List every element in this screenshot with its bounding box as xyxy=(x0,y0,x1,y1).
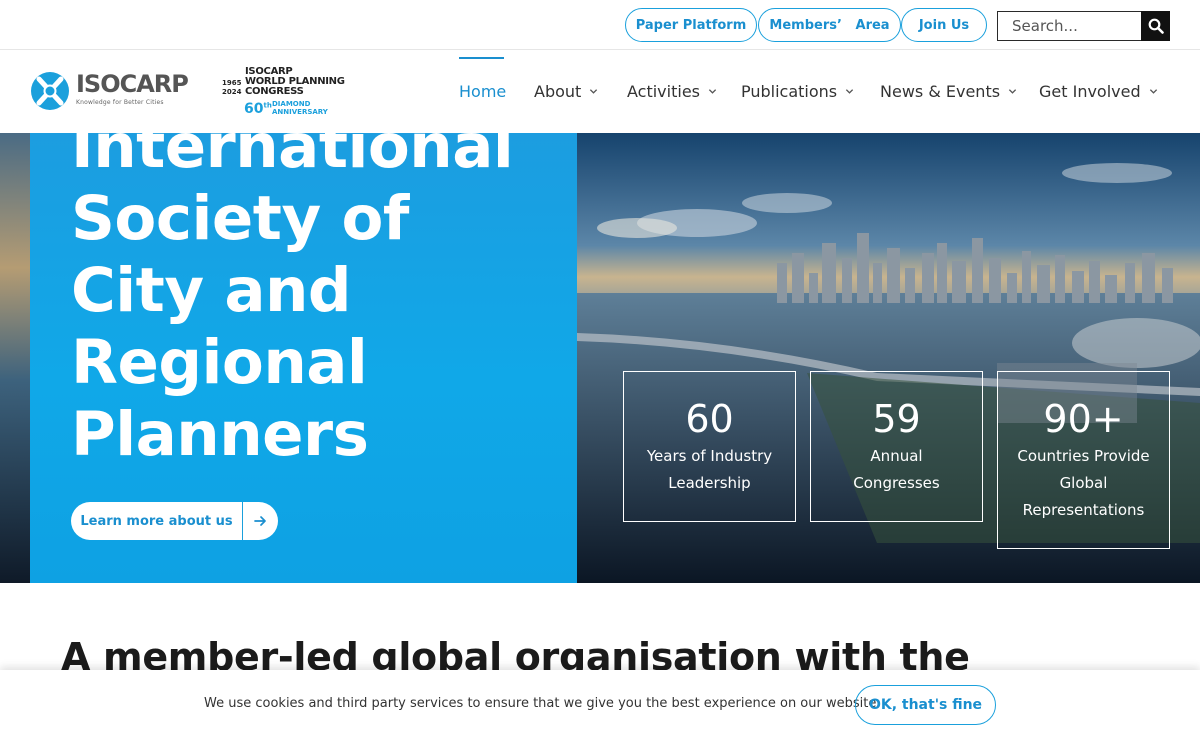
chevron-down-icon xyxy=(590,89,598,94)
anniversary-number: 60th xyxy=(244,101,272,117)
anniversary-title: ISOCARP WORLD PLANNING CONGRESS xyxy=(245,66,345,97)
logo-name: ISOCARP xyxy=(76,70,189,98)
nav-item-home[interactable]: Home xyxy=(459,82,506,101)
stat-number: 60 xyxy=(685,397,734,441)
search-box xyxy=(997,11,1170,41)
stat-card-countries: 90+ Countries Provide Global Representat… xyxy=(997,371,1170,549)
cookie-banner: We use cookies and third party services … xyxy=(0,670,1200,740)
main-navbar: ISOCARP Knowledge for Better Cities 1965… xyxy=(0,51,1200,133)
members-area-button[interactable]: Members’ Area xyxy=(758,8,901,42)
hero-title: International Society of City and Region… xyxy=(71,133,514,470)
isocarp-logo[interactable]: ISOCARP Knowledge for Better Cities xyxy=(30,70,189,111)
anniversary-subtitle: DIAMOND ANNIVERSARY xyxy=(272,100,328,116)
chevron-down-icon xyxy=(1008,89,1017,94)
stat-label: Years of Industry Leadership xyxy=(646,447,773,492)
stat-label: Annual Congresses xyxy=(853,447,940,492)
hero-background-strip xyxy=(0,133,30,583)
stat-card-years: 60 Years of Industry Leadership xyxy=(623,371,796,522)
hero-section: International Society of City and Region… xyxy=(0,133,1200,583)
active-nav-indicator xyxy=(459,57,504,59)
join-us-button[interactable]: Join Us xyxy=(901,8,987,42)
stat-number: 59 xyxy=(872,397,921,441)
chevron-down-icon xyxy=(1149,89,1157,94)
chevron-down-icon xyxy=(846,89,854,94)
stat-card-congresses: 59 Annual Congresses xyxy=(810,371,983,522)
anniversary-years: 1965 2024 xyxy=(222,79,242,96)
top-utility-bar: Paper Platform Members’ Area Join Us xyxy=(0,0,1200,50)
nav-item-publications[interactable]: Publications xyxy=(741,82,854,101)
nav-item-get-involved[interactable]: Get Involved xyxy=(1039,82,1158,101)
search-icon xyxy=(1148,18,1164,34)
stat-label: Countries Provide Global Representations xyxy=(1017,447,1150,519)
nav-item-news-events[interactable]: News & Events xyxy=(880,82,1017,101)
cookie-accept-button[interactable]: OK, that's fine xyxy=(855,685,996,725)
paper-platform-button[interactable]: Paper Platform xyxy=(625,8,757,42)
learn-more-button[interactable]: Learn more about us xyxy=(71,502,278,540)
arrow-right-icon xyxy=(243,502,278,540)
nav-item-activities[interactable]: Activities xyxy=(627,82,717,101)
anniversary-badge[interactable]: 1965 2024 ISOCARP WORLD PLANNING CONGRES… xyxy=(222,67,352,119)
nav-item-about[interactable]: About xyxy=(534,82,598,101)
chevron-down-icon xyxy=(708,89,717,94)
search-input[interactable] xyxy=(998,12,1141,40)
globe-logo-icon xyxy=(31,72,69,110)
learn-more-label: Learn more about us xyxy=(80,513,233,529)
stat-number: 90+ xyxy=(1043,397,1124,441)
hero-title-panel: International Society of City and Region… xyxy=(30,133,577,583)
logo-tagline: Knowledge for Better Cities xyxy=(76,99,164,106)
search-button[interactable] xyxy=(1141,11,1170,41)
cookie-message: We use cookies and third party services … xyxy=(204,696,881,711)
